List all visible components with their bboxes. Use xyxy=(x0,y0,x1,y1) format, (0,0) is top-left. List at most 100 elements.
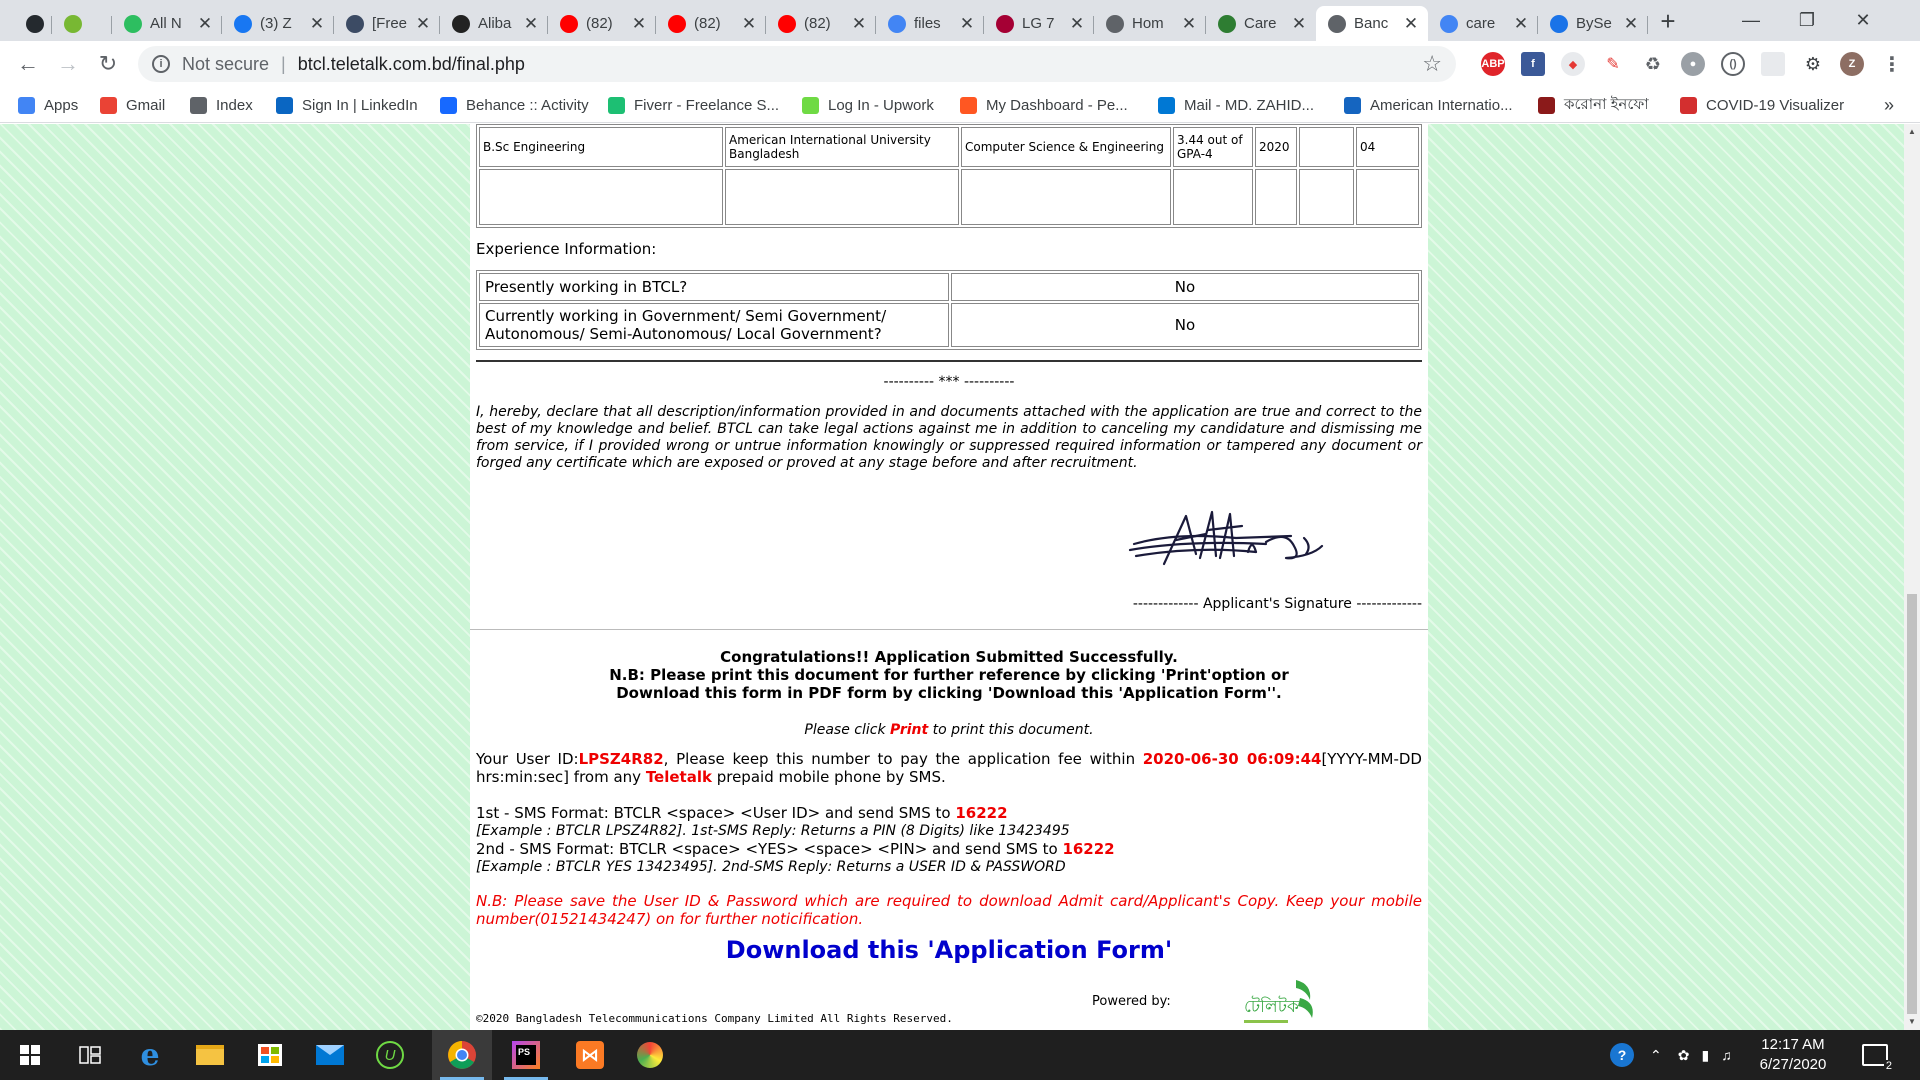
bookmark-item[interactable]: Log In - Upwork xyxy=(802,94,934,116)
close-tab-icon[interactable]: ✕ xyxy=(1180,14,1198,34)
browser-tab[interactable]: (82) ✕ xyxy=(656,6,766,41)
menu-kebab-icon[interactable]: ⋮ xyxy=(1880,52,1904,76)
back-button[interactable]: ← xyxy=(14,50,42,78)
maximize-button[interactable]: ❐ xyxy=(1779,0,1835,41)
extension-square-icon[interactable] xyxy=(1761,52,1785,76)
adblock-icon[interactable]: ABP xyxy=(1481,52,1505,76)
minimize-button[interactable]: — xyxy=(1723,0,1779,41)
close-tab-icon[interactable]: ✕ xyxy=(958,14,976,34)
scroll-up-arrow-icon[interactable]: ▲ xyxy=(1904,124,1920,140)
extension-icon[interactable]: ◆ xyxy=(1561,52,1585,76)
bookmark-item[interactable]: Mail - MD. ZAHID... xyxy=(1158,94,1314,116)
table-row: Presently working in BTCL? No xyxy=(479,273,1419,301)
lg-icon xyxy=(996,14,1014,33)
xampp-taskbar-icon[interactable]: ⋈ xyxy=(560,1030,620,1080)
forward-button[interactable]: → xyxy=(54,50,82,78)
address-bar[interactable]: i Not secure | btcl.teletalk.com.bd/fina… xyxy=(138,46,1456,82)
browser-tab[interactable]: Hom ✕ xyxy=(1094,6,1206,41)
battery-icon[interactable]: ▮ xyxy=(1701,1047,1709,1064)
bookmark-item[interactable]: Apps xyxy=(18,94,78,116)
close-tab-icon[interactable]: ✕ xyxy=(522,14,540,34)
globe-icon xyxy=(1550,14,1568,33)
facebook-extension-icon[interactable]: f xyxy=(1521,52,1545,76)
extension-grey-icon[interactable]: ● xyxy=(1681,52,1705,76)
volume-icon[interactable]: ♫ xyxy=(1721,1047,1732,1063)
browser-tab[interactable]: care ✕ xyxy=(1428,6,1538,41)
help-icon[interactable]: ? xyxy=(1610,1043,1634,1067)
phpstorm-taskbar-icon[interactable]: PS xyxy=(496,1030,556,1080)
chrome-taskbar-icon[interactable] xyxy=(432,1030,492,1080)
bookmark-item[interactable]: Behance :: Activity xyxy=(440,94,589,116)
browser-tab[interactable]: All N ✕ xyxy=(112,6,222,41)
recycle-icon[interactable]: ♻ xyxy=(1641,52,1665,76)
bookmark-item[interactable]: My Dashboard - Pe... xyxy=(960,94,1128,116)
print-link[interactable]: Print xyxy=(890,722,928,738)
bookmark-item[interactable]: Gmail xyxy=(100,94,165,116)
bookmark-item[interactable]: American Internatio... xyxy=(1344,94,1513,116)
page-scrollbar[interactable]: ▲ ▼ xyxy=(1904,124,1920,1030)
upwork-taskbar-icon[interactable]: U xyxy=(360,1030,420,1080)
aiub-icon xyxy=(1344,96,1361,114)
bookmark-item[interactable]: COVID-19 Visualizer xyxy=(1680,94,1844,116)
taskbar-clock[interactable]: 12:17 AM 6/27/2020 xyxy=(1738,1035,1848,1075)
close-tab-icon[interactable]: ✕ xyxy=(1290,14,1308,34)
close-window-button[interactable]: ✕ xyxy=(1835,0,1891,41)
close-tab-icon[interactable]: ✕ xyxy=(414,14,432,34)
system-tray: ? ⌃ ✿ ▮ ♫ xyxy=(1610,1030,1732,1080)
bookmark-item[interactable]: করোনা ইনফো xyxy=(1538,94,1649,116)
close-tab-icon[interactable]: ✕ xyxy=(1402,14,1420,34)
mail-taskbar-icon[interactable] xyxy=(300,1030,360,1080)
bookmark-item[interactable]: Fiverr - Freelance S... xyxy=(608,94,779,116)
edge-taskbar-icon[interactable]: e xyxy=(120,1030,180,1080)
tab-title: (82) xyxy=(586,15,613,32)
pen-icon[interactable]: ✎ xyxy=(1601,52,1625,76)
browser-tab[interactable]: (82) ✕ xyxy=(766,6,876,41)
answer-cell: No xyxy=(951,303,1419,347)
browser-tab[interactable]: [Free ✕ xyxy=(334,6,440,41)
info-icon[interactable]: i xyxy=(152,55,170,73)
close-tab-icon[interactable]: ✕ xyxy=(1622,14,1640,34)
close-tab-icon[interactable]: ✕ xyxy=(1068,14,1086,34)
close-tab-icon[interactable]: ✕ xyxy=(630,14,648,34)
success-line: Congratulations!! Application Submitted … xyxy=(720,648,1178,666)
file-explorer-taskbar-icon[interactable] xyxy=(180,1030,240,1080)
close-tab-icon[interactable]: ✕ xyxy=(740,14,758,34)
app-taskbar-icon[interactable] xyxy=(620,1030,680,1080)
browser-tab[interactable]: files ✕ xyxy=(876,6,984,41)
store-taskbar-icon[interactable] xyxy=(240,1030,300,1080)
close-tab-icon[interactable]: ✕ xyxy=(196,14,214,34)
browser-tab[interactable]: LG 7 ✕ xyxy=(984,6,1094,41)
browser-tab[interactable]: Aliba ✕ xyxy=(440,6,548,41)
reload-button[interactable]: ↻ xyxy=(94,50,122,78)
circle-extension-icon[interactable]: () xyxy=(1721,52,1745,76)
new-tab-button[interactable]: + xyxy=(1652,6,1684,38)
browser-tab[interactable] xyxy=(52,6,112,41)
browser-tab[interactable]: Banc ✕ xyxy=(1316,6,1428,41)
wifi-icon[interactable]: ✿ xyxy=(1678,1047,1690,1064)
scrollbar-thumb[interactable] xyxy=(1907,594,1917,1014)
bookmarks-overflow-button[interactable]: » xyxy=(1884,94,1894,116)
scroll-down-arrow-icon[interactable]: ▼ xyxy=(1904,1014,1920,1030)
education-table: B.Sc Engineering American International … xyxy=(476,124,1422,228)
profile-avatar[interactable]: Z xyxy=(1840,52,1864,76)
user-id-value: LPSZ4R82 xyxy=(578,750,664,768)
bookmark-item[interactable]: Sign In | LinkedIn xyxy=(276,94,418,116)
close-tab-icon[interactable]: ✕ xyxy=(1512,14,1530,34)
browser-tab[interactable]: Care ✕ xyxy=(1206,6,1316,41)
bookmark-star-icon[interactable]: ☆ xyxy=(1422,51,1442,77)
bookmark-item[interactable]: Index xyxy=(190,94,253,116)
year-cell: 2020 xyxy=(1255,127,1297,167)
browser-tab[interactable]: (82) ✕ xyxy=(548,6,656,41)
close-tab-icon[interactable]: ✕ xyxy=(850,14,868,34)
task-view-button[interactable] xyxy=(60,1030,120,1080)
divider xyxy=(470,629,1428,630)
notification-center-button[interactable]: 2 xyxy=(1862,1030,1894,1080)
puzzle-extensions-icon[interactable]: ⚙ xyxy=(1801,52,1825,76)
browser-tab[interactable] xyxy=(14,6,52,41)
download-application-form-link[interactable]: Download this 'Application Form' xyxy=(476,936,1422,964)
browser-tab[interactable]: (3) Z ✕ xyxy=(222,6,334,41)
start-button[interactable] xyxy=(0,1030,60,1080)
chevron-up-icon[interactable]: ⌃ xyxy=(1650,1047,1662,1064)
close-tab-icon[interactable]: ✕ xyxy=(308,14,326,34)
browser-tab[interactable]: BySe ✕ xyxy=(1538,6,1648,41)
